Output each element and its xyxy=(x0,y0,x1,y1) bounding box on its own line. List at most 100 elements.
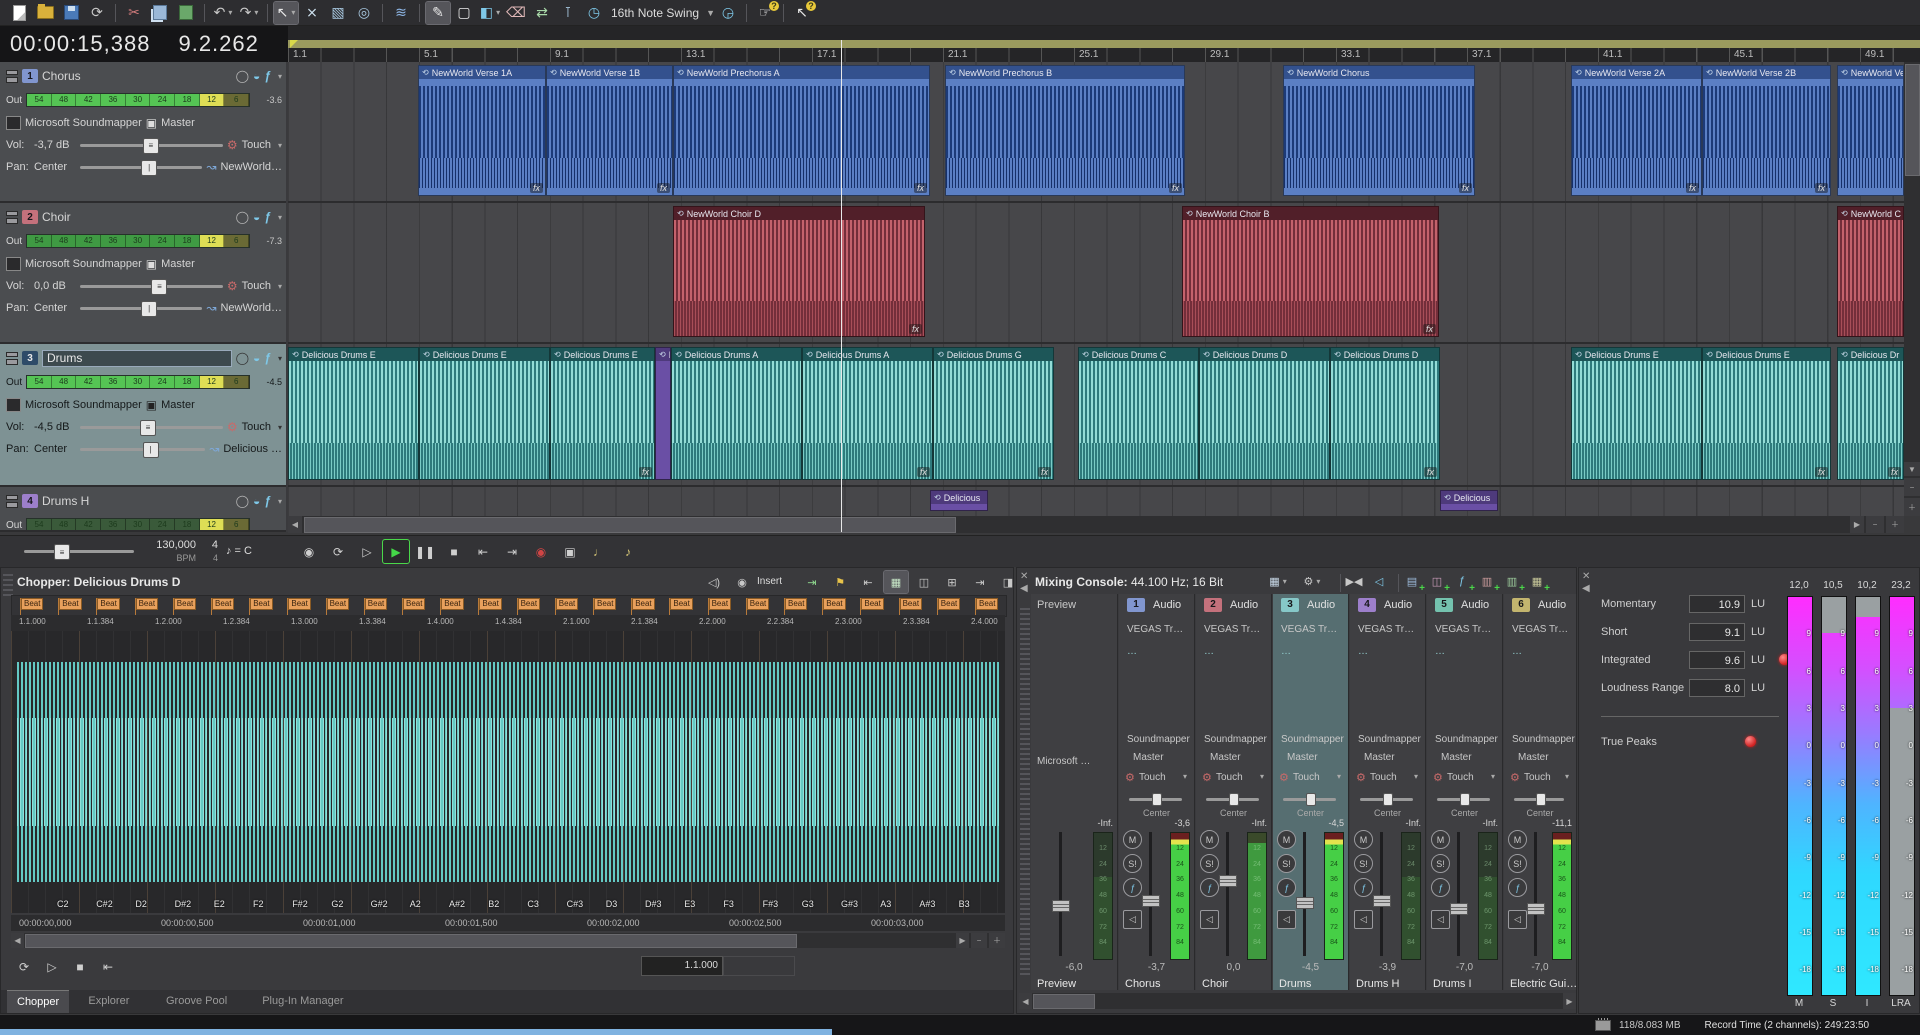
strip-more[interactable]: … xyxy=(1512,646,1522,657)
strip-mute-button[interactable]: M xyxy=(1354,830,1373,849)
strip-pan-slider[interactable] xyxy=(1360,798,1413,801)
strip-pan-handle[interactable] xyxy=(1229,793,1239,806)
beat-marker[interactable]: Beat xyxy=(822,598,823,615)
play-from-start-button[interactable]: ▷ xyxy=(354,540,380,563)
strip-pan-handle[interactable] xyxy=(1383,793,1393,806)
volume-handle[interactable]: ≡ xyxy=(143,138,159,154)
audio-event[interactable]: ⟲Delicious Drums E xyxy=(419,347,550,480)
strip-fader-track[interactable] xyxy=(1059,832,1062,956)
bus-name[interactable]: Master xyxy=(161,117,195,129)
strip-solo-button[interactable]: S! xyxy=(1200,854,1219,873)
chopper-scroll-right-icon[interactable]: ▶ xyxy=(956,933,969,948)
mixer-strip-preview[interactable]: PreviewMicrosoft …-Inf.12243648607284-6,… xyxy=(1031,594,1118,990)
zoom-in-icon[interactable]: ＋ xyxy=(1886,516,1904,533)
mixer-views-icon[interactable]: ▦▾ xyxy=(1268,570,1288,592)
strip-fader-track[interactable] xyxy=(1303,832,1306,956)
strip-automation-dropdown[interactable]: ▾ xyxy=(1337,772,1341,781)
auto-ripple-icon[interactable]: ≋ xyxy=(389,2,413,24)
chopper-ruler[interactable]: 1.1.0001.1.3841.2.0001.2.3841.3.0001.3.3… xyxy=(11,615,1005,631)
audio-event[interactable]: ⟲Delicious Drums Efx xyxy=(1702,347,1831,480)
project-properties-icon[interactable]: ⟳ xyxy=(85,2,109,24)
whats-this-help-icon[interactable]: ↖? xyxy=(790,2,814,24)
strip-speaker-button[interactable]: ◁ xyxy=(1123,910,1142,929)
strip-fader-handle[interactable] xyxy=(1527,903,1545,915)
strip-mute-button[interactable]: M xyxy=(1200,830,1219,849)
pan-value[interactable]: Center xyxy=(34,443,76,455)
bpm-value[interactable]: 130,000 xyxy=(140,539,196,551)
track-menu-icon[interactable]: ▾ xyxy=(278,497,282,506)
count-in-button[interactable]: ♪ xyxy=(615,540,641,563)
strip-pan-slider[interactable] xyxy=(1129,798,1182,801)
go-to-end-button[interactable]: ⇥ xyxy=(499,540,525,563)
strip-device[interactable]: Soundmapper xyxy=(1435,734,1498,745)
envelope-icon[interactable]: ↝ xyxy=(209,442,219,456)
audio-event[interactable]: ⟲NewWorld Verse 2Afx xyxy=(1571,65,1702,196)
strip-db-value[interactable]: -4,5 xyxy=(1273,962,1348,973)
solo-icon[interactable]: ◒ xyxy=(253,351,260,365)
beat-marker-row[interactable]: BeatBeatBeatBeatBeatBeatBeatBeatBeatBeat… xyxy=(11,595,1007,617)
chopper-go-to-start-button[interactable]: ⇤ xyxy=(95,955,121,978)
automation-mode[interactable]: Touch xyxy=(242,421,271,433)
strip-fx-button[interactable]: ƒ xyxy=(1508,878,1527,897)
normal-edit-tool-icon-dropdown[interactable]: ▾ xyxy=(291,8,295,17)
strip-fader-track[interactable] xyxy=(1226,832,1229,956)
beat-marker[interactable]: Beat xyxy=(937,598,938,615)
trim-tool-icon[interactable]: ⊺ xyxy=(556,2,580,24)
chopper-stop-button[interactable]: ■ xyxy=(67,955,93,978)
audio-event[interactable]: ⟲NewWorld Choir Dfx xyxy=(673,206,925,337)
dim-output-icon[interactable]: ◁ xyxy=(1369,570,1389,592)
strip-name[interactable]: Chorus xyxy=(1125,978,1160,990)
add-channel-icon[interactable]: ▦+ xyxy=(1527,570,1547,592)
pan-handle[interactable]: | xyxy=(143,442,159,458)
strip-speaker-button[interactable]: ◁ xyxy=(1200,910,1219,929)
save-icon[interactable] xyxy=(59,2,83,24)
mixer-scroll-left-icon[interactable]: ◀ xyxy=(1019,993,1032,1009)
tab-explorer[interactable]: Explorer xyxy=(78,990,139,1012)
strip-name[interactable]: Choir xyxy=(1202,978,1228,990)
timeline-vscrollbar[interactable]: ▼ − ＋ xyxy=(1904,62,1920,516)
audio-event[interactable]: ⟲Delicious xyxy=(930,490,988,511)
strip-bus[interactable]: Master xyxy=(1518,752,1549,763)
paint-tool-icon[interactable]: ◧▾ xyxy=(478,2,502,24)
envelope-name[interactable]: Delicious … xyxy=(223,443,282,455)
mixer-scroll-thumb[interactable] xyxy=(1033,994,1095,1009)
timecode-display[interactable]: 00:00:15,388 xyxy=(10,31,150,57)
strip-automation-mode[interactable]: Touch xyxy=(1293,772,1320,783)
strip-automation-dropdown[interactable]: ▾ xyxy=(1491,772,1495,781)
strip-fx-button[interactable]: ƒ xyxy=(1277,878,1296,897)
strip-gear-icon[interactable]: ⚙ xyxy=(1202,771,1212,784)
track-header-choir[interactable]: 2Choir◯◒ƒ▾Out54484236302418126-7.3Micros… xyxy=(0,203,286,344)
scroll-right-icon[interactable]: ▶ xyxy=(1850,516,1864,533)
tab-chopper[interactable]: Chopper xyxy=(7,990,69,1013)
strip-speaker-button[interactable]: ◁ xyxy=(1431,910,1450,929)
undo-icon[interactable]: ↶▾ xyxy=(211,2,235,24)
strip-automation-mode[interactable]: Touch xyxy=(1524,772,1551,783)
strip-name[interactable]: Drums I xyxy=(1433,978,1472,990)
track-fx-icon[interactable]: ƒ xyxy=(264,210,271,224)
strip-mute-button[interactable]: M xyxy=(1277,830,1296,849)
strip-device[interactable]: Soundmapper xyxy=(1127,734,1190,745)
beat-marker[interactable]: Beat xyxy=(96,598,97,615)
strip-solo-button[interactable]: S! xyxy=(1123,854,1142,873)
quantize-clock-icon[interactable]: ◷ xyxy=(582,2,606,24)
device-name[interactable]: Microsoft Soundmapper xyxy=(25,117,142,129)
mute-icon[interactable]: ◯ xyxy=(236,210,249,224)
strip-automation-dropdown[interactable]: ▾ xyxy=(1260,772,1264,781)
beat-marker[interactable]: Beat xyxy=(975,598,976,615)
event-fx-badge[interactable]: fx xyxy=(909,324,922,334)
strip-track-name[interactable]: VEGAS Tr… xyxy=(1512,624,1568,635)
strip-db-value[interactable]: -3,9 xyxy=(1350,962,1425,973)
strip-fader-handle[interactable] xyxy=(1296,897,1314,909)
envelope-edit-tool-icon[interactable]: ⨯ xyxy=(300,2,324,24)
event-fx-badge[interactable]: fx xyxy=(530,183,543,193)
track-name[interactable]: Chorus xyxy=(42,69,232,83)
strip-device[interactable]: Soundmapper xyxy=(1281,734,1344,745)
event-fx-badge[interactable]: fx xyxy=(917,467,930,477)
bus-name[interactable]: Master xyxy=(161,399,195,411)
beat-marker[interactable]: Beat xyxy=(478,598,479,615)
beat-marker[interactable]: Beat xyxy=(708,598,709,615)
double-selection-icon[interactable]: ⊞ xyxy=(940,571,964,593)
track-header-chorus[interactable]: 1Chorus◯◒ƒ▾Out54484236302418126-3.6Micro… xyxy=(0,62,286,203)
mixer-strip-drums[interactable]: 3AudioVEGAS Tr……SoundmapperMaster⚙Touch▾… xyxy=(1273,594,1349,990)
swing-dropdown-icon[interactable]: ▼ xyxy=(706,8,715,18)
